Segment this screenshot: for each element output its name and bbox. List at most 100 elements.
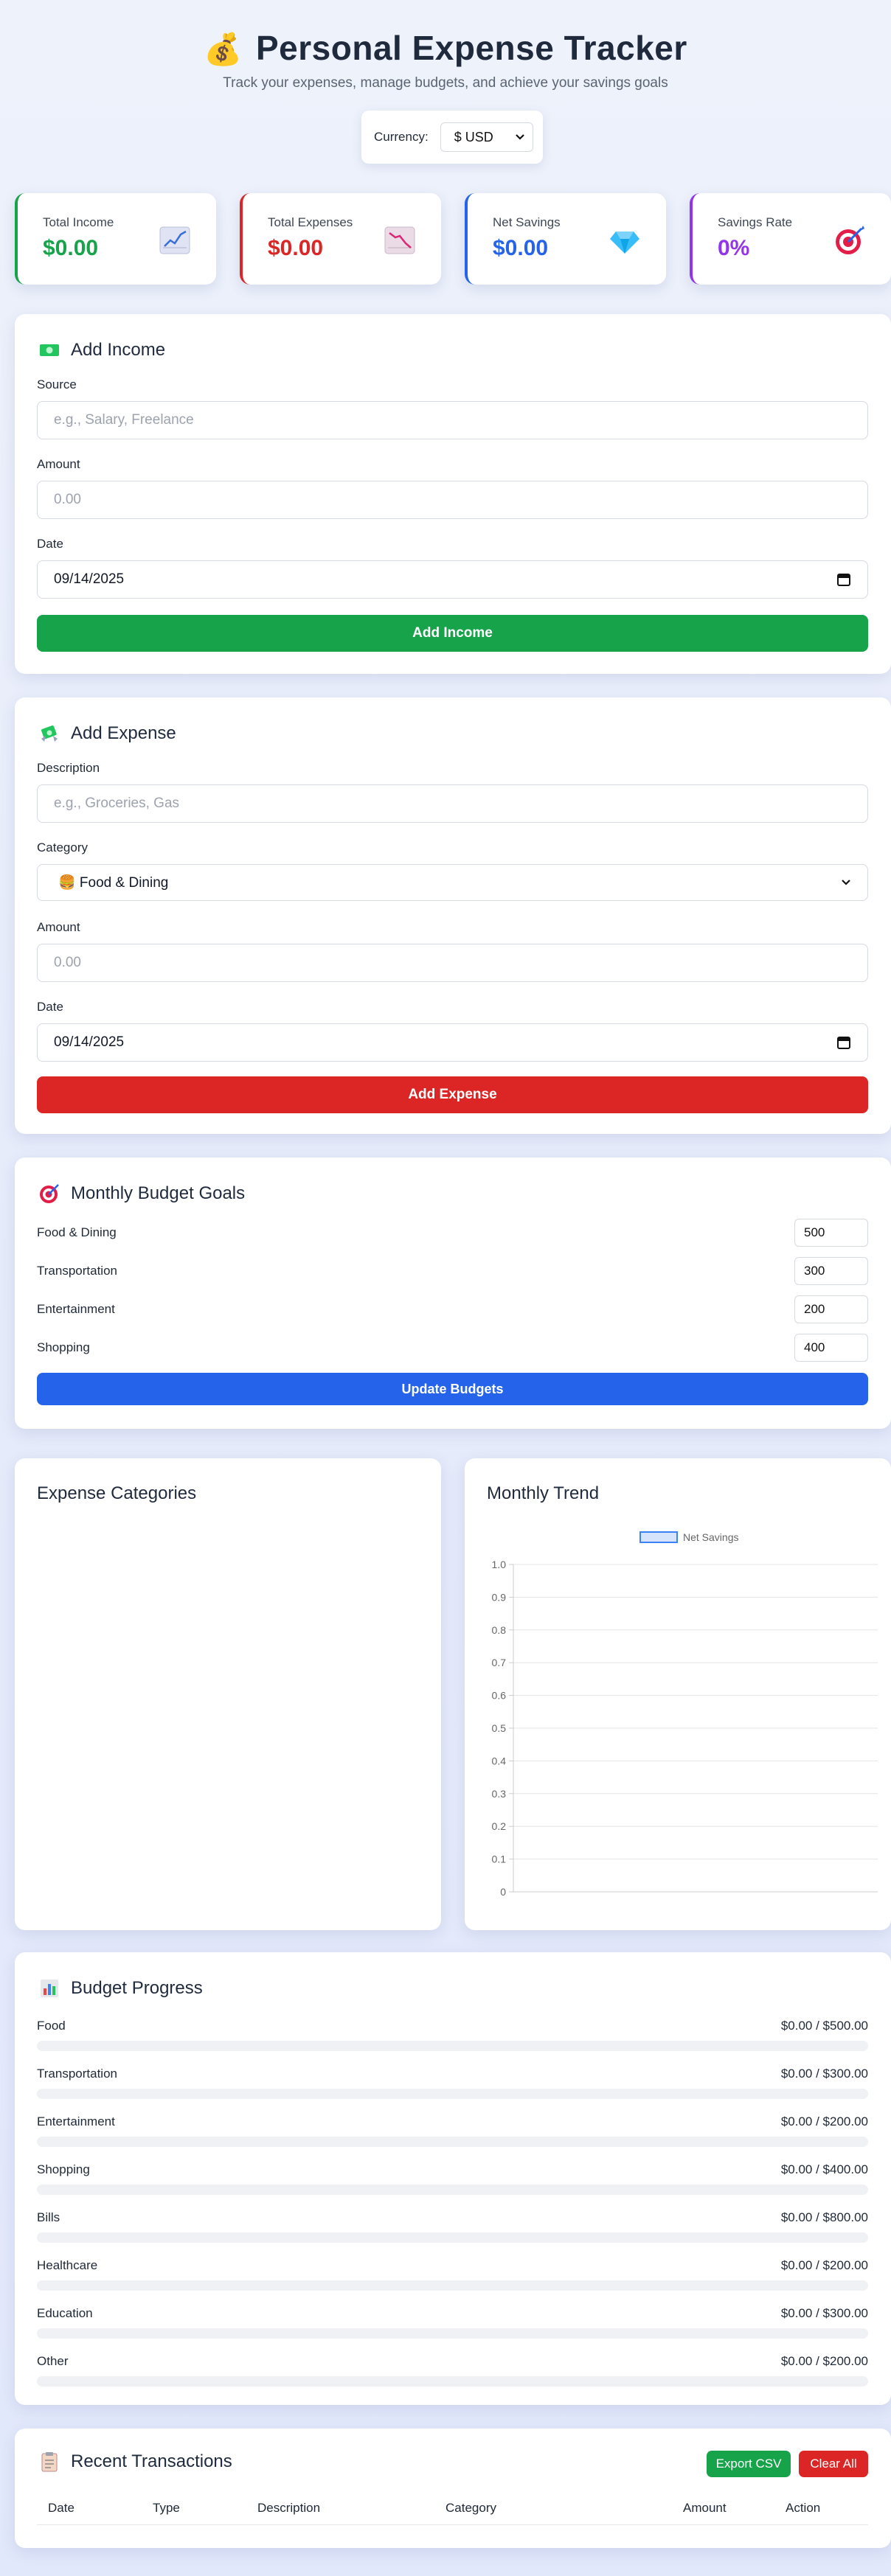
income-amount-placeholder: 0.00 xyxy=(54,492,81,507)
y-tick-label: 0.7 xyxy=(492,1657,507,1668)
page-title-text: Personal Expense Tracker xyxy=(256,29,687,67)
y-tick-label: 0.5 xyxy=(492,1722,507,1734)
income-source-input[interactable]: e.g., Salary, Freelance xyxy=(37,401,868,439)
column-header-description[interactable]: Description xyxy=(257,2501,320,2516)
legend-swatch-net-savings[interactable] xyxy=(639,1531,678,1543)
budget-progress-bar xyxy=(37,2328,868,2339)
budget-goal-row: Entertainment 200 xyxy=(37,1295,868,1324)
target-icon xyxy=(836,226,864,254)
y-tick-label: 0.8 xyxy=(492,1624,507,1636)
budget-progress-bar xyxy=(37,2089,868,2099)
stat-card-total-expenses: Total Expenses $0.00 xyxy=(240,193,441,285)
legend-label-net-savings: Net Savings xyxy=(683,1531,738,1543)
page-subtitle: Track your expenses, manage budgets, and… xyxy=(223,75,668,91)
income-date-value: 09/14/2025 xyxy=(54,571,125,587)
y-tick-label: 0.1 xyxy=(492,1853,507,1865)
currency-label: Currency: xyxy=(374,130,429,144)
budget-progress-header: Education $0.00 / $300.00 xyxy=(37,2306,868,2321)
expense-date-input[interactable]: 09/14/2025 xyxy=(37,1023,868,1062)
budget-goal-input[interactable]: 500 xyxy=(794,1219,868,1247)
currency-selected-value: $ USD xyxy=(454,129,493,145)
budget-progress-bar xyxy=(37,2376,868,2387)
stat-card-savings-rate: Savings Rate 0% xyxy=(690,193,891,285)
budget-goal-input[interactable]: 300 xyxy=(794,1257,868,1285)
monthly-trend-chart: Net Savings 0 0.1 0.2 0.3 0.4 0.5 0.6 0.7 0.8 0.9 1… xyxy=(492,1531,878,1898)
money-with-wings-icon xyxy=(41,725,58,742)
budget-progress-amount: $0.00 / $200.00 xyxy=(780,2354,868,2368)
budget-progress-amount: $0.00 / $200.00 xyxy=(780,2114,868,2128)
budget-progress-name: Other xyxy=(37,2354,69,2368)
budget-goal-input[interactable]: 200 xyxy=(794,1295,868,1323)
column-header-date[interactable]: Date xyxy=(48,2501,74,2516)
y-tick-label: 1.0 xyxy=(492,1559,507,1570)
recent-transactions-title: Recent Transactions xyxy=(38,2451,232,2473)
expense-categories-title: Expense Categories xyxy=(37,1483,197,1503)
budget-progress-bar xyxy=(37,2041,868,2051)
add-income-button[interactable]: Add Income xyxy=(37,615,868,652)
budget-goal-name: Entertainment xyxy=(37,1302,115,1316)
budget-goal-row: Transportation 300 xyxy=(37,1256,868,1286)
clipboard-icon xyxy=(41,2452,58,2472)
expense-amount-label: Amount xyxy=(37,920,80,934)
budget-progress-title-text: Budget Progress xyxy=(71,1978,203,1998)
currency-select[interactable]: $ USD xyxy=(440,122,533,152)
income-date-input[interactable]: 09/14/2025 xyxy=(37,560,868,599)
chart-up-icon xyxy=(159,226,190,254)
chart-down-icon xyxy=(384,226,415,254)
expense-description-input[interactable]: e.g., Groceries, Gas xyxy=(37,784,868,823)
budget-progress-bar xyxy=(37,2185,868,2195)
expense-date-value: 09/14/2025 xyxy=(54,1034,125,1050)
money-bag-icon: 💰 xyxy=(204,32,243,66)
y-tick-label: 0.9 xyxy=(492,1591,507,1603)
budget-progress-name: Entertainment xyxy=(37,2114,115,2128)
budget-goal-row: Shopping 400 xyxy=(37,1333,868,1362)
budget-goal-name: Shopping xyxy=(37,1340,90,1354)
budget-progress-row: Food $0.00 / $500.00 xyxy=(37,2019,868,2051)
expense-amount-input[interactable]: 0.00 xyxy=(37,944,868,982)
budget-progress-row: Entertainment $0.00 / $200.00 xyxy=(37,2114,868,2147)
budget-progress-header: Bills $0.00 / $800.00 xyxy=(37,2210,868,2225)
budget-goal-name: Transportation xyxy=(37,1264,117,1278)
y-tick-label: 0.4 xyxy=(492,1755,507,1766)
budget-goal-input[interactable]: 400 xyxy=(794,1334,868,1362)
budget-progress-name: Education xyxy=(37,2306,93,2320)
calendar-icon[interactable] xyxy=(836,572,851,587)
add-expense-card: Add Expense Description e.g., Groceries,… xyxy=(15,697,891,1134)
export-csv-button[interactable]: Export CSV xyxy=(707,2451,791,2477)
budget-progress-row: Education $0.00 / $300.00 xyxy=(37,2306,868,2339)
transactions-table-divider xyxy=(37,2524,868,2525)
budget-progress-name: Shopping xyxy=(37,2162,90,2176)
budget-progress-amount: $0.00 / $400.00 xyxy=(780,2162,868,2176)
add-expense-button[interactable]: Add Expense xyxy=(37,1076,868,1113)
chevron-down-icon xyxy=(842,880,850,885)
budget-progress-row: Other $0.00 / $200.00 xyxy=(37,2354,868,2387)
income-source-placeholder: e.g., Salary, Freelance xyxy=(54,412,194,428)
budget-goal-name: Food & Dining xyxy=(37,1225,117,1239)
budget-progress-header: Shopping $0.00 / $400.00 xyxy=(37,2162,868,2177)
budget-progress-amount: $0.00 / $800.00 xyxy=(780,2210,868,2224)
column-header-action[interactable]: Action xyxy=(786,2501,820,2516)
category-label: Category xyxy=(37,840,88,854)
budget-progress-row: Shopping $0.00 / $400.00 xyxy=(37,2162,868,2195)
budget-progress-name: Healthcare xyxy=(37,2258,98,2272)
gem-icon xyxy=(610,232,639,254)
calendar-icon[interactable] xyxy=(836,1035,851,1050)
expense-category-select[interactable]: 🍔 Food & Dining xyxy=(37,864,868,901)
y-tick-label: 0.6 xyxy=(492,1690,507,1702)
income-amount-input[interactable]: 0.00 xyxy=(37,481,868,519)
expense-category-value: 🍔 Food & Dining xyxy=(58,875,169,891)
budget-progress-amount: $0.00 / $200.00 xyxy=(780,2258,868,2272)
budget-progress-bar xyxy=(37,2137,868,2147)
budget-goals-card: Monthly Budget Goals Food & Dining 500 T… xyxy=(15,1158,891,1429)
budget-progress-row: Transportation $0.00 / $300.00 xyxy=(37,2067,868,2099)
expense-amount-placeholder: 0.00 xyxy=(54,955,81,970)
recent-transactions-title-text: Recent Transactions xyxy=(71,2451,232,2471)
budget-progress-row: Healthcare $0.00 / $200.00 xyxy=(37,2258,868,2291)
column-header-category[interactable]: Category xyxy=(446,2501,496,2516)
column-header-type[interactable]: Type xyxy=(153,2501,180,2516)
update-budgets-button[interactable]: Update Budgets xyxy=(37,1373,868,1405)
column-header-amount[interactable]: Amount xyxy=(683,2501,727,2516)
recent-transactions-card: Recent Transactions Export CSV Clear All xyxy=(15,2429,891,2548)
expense-date-label: Date xyxy=(37,1000,63,1014)
clear-all-button[interactable]: Clear All xyxy=(799,2451,868,2477)
